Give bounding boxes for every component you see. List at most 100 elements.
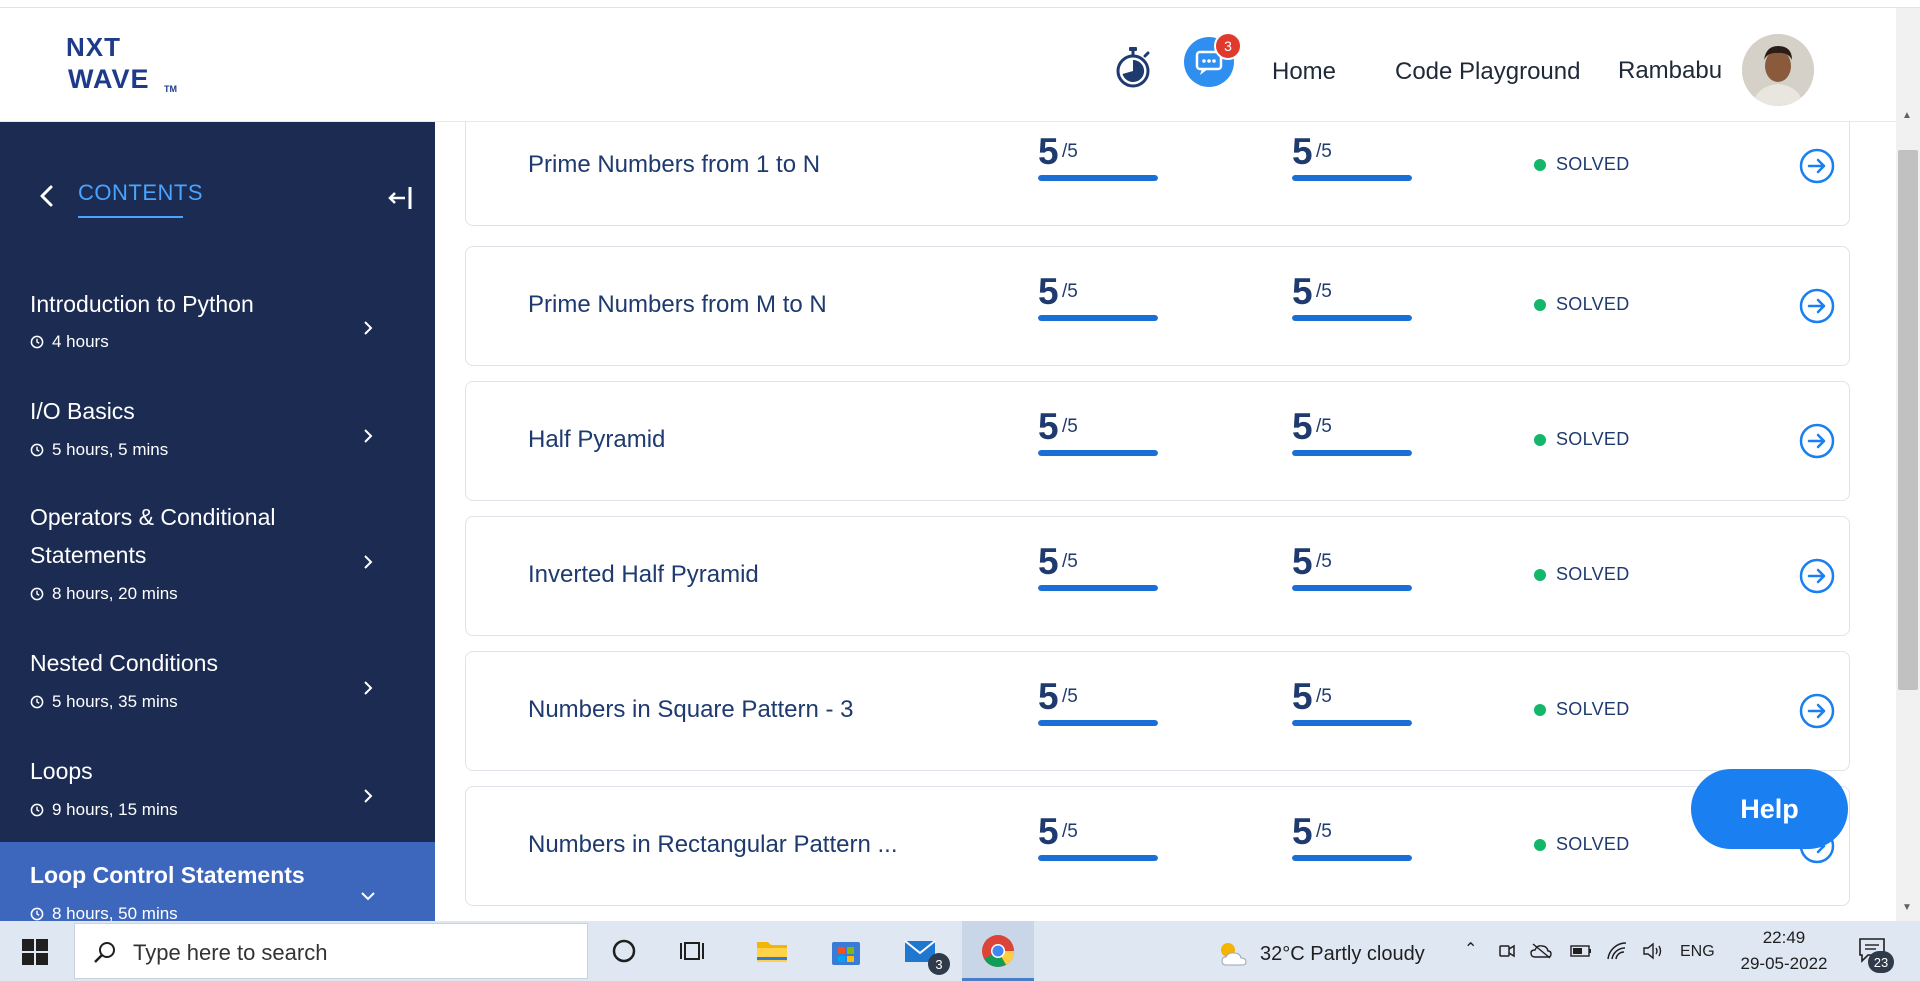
onedrive-icon[interactable] — [1530, 943, 1552, 959]
problem-row[interactable]: Inverted Half Pyramid 5 /5 5 /5 SOLVED — [465, 516, 1850, 636]
score-progress-bar — [1292, 720, 1412, 726]
problem-row[interactable]: Half Pyramid 5 /5 5 /5 SOLVED — [465, 381, 1850, 501]
help-button[interactable]: Help — [1691, 769, 1848, 849]
nxtwave-logo[interactable]: NXT WAVE TM — [66, 32, 186, 102]
score-value: 5 — [1038, 271, 1059, 312]
system-clock[interactable]: 22:49 29-05-2022 — [1736, 925, 1832, 977]
problem-title[interactable]: Numbers in Rectangular Pattern ... — [528, 831, 898, 859]
scrollbar-thumb[interactable] — [1898, 150, 1918, 690]
nav-home-link[interactable]: Home — [1272, 58, 1336, 86]
problem-row[interactable]: Prime Numbers from M to N 5 /5 5 /5 SOLV… — [465, 246, 1850, 366]
sidebar-module[interactable]: Nested Conditions 5 hours, 35 mins — [0, 642, 435, 748]
module-duration-text: 8 hours, 50 mins — [52, 904, 178, 921]
meet-now-icon[interactable] — [1498, 941, 1516, 961]
status-text: SOLVED — [1556, 834, 1630, 854]
score-value: 5 — [1038, 541, 1059, 582]
score-primary: 5 /5 — [1038, 271, 1158, 331]
module-title: Loop Control Statements — [30, 862, 305, 888]
volume-icon[interactable] — [1642, 941, 1664, 961]
taskbar-search-input[interactable]: Type here to search — [74, 923, 588, 979]
file-explorer-icon[interactable] — [754, 933, 790, 969]
user-avatar[interactable] — [1742, 34, 1814, 106]
score-progress-bar — [1038, 175, 1158, 181]
problem-title[interactable]: Inverted Half Pyramid — [528, 561, 759, 589]
score-value: 5 — [1292, 541, 1313, 582]
chevron-right-icon[interactable] — [360, 428, 376, 444]
status-text: SOLVED — [1556, 429, 1630, 449]
user-name[interactable]: Rambabu — [1618, 57, 1722, 85]
clock-icon — [30, 587, 44, 601]
status-badge: SOLVED — [1534, 699, 1630, 720]
microsoft-store-icon[interactable] — [828, 933, 864, 969]
sidebar-module[interactable]: Introduction to Python 4 hours — [0, 282, 435, 390]
chevron-right-icon[interactable] — [360, 554, 376, 570]
clock-time: 22:49 — [1762, 928, 1806, 947]
chevron-right-icon[interactable] — [360, 680, 376, 696]
status-badge: SOLVED — [1534, 834, 1630, 855]
arrow-right-circle-icon[interactable] — [1798, 287, 1836, 325]
score-primary: 5 /5 — [1038, 541, 1158, 601]
weather-widget[interactable]: 32°C Partly cloudy — [1216, 939, 1425, 969]
module-duration: 5 hours, 35 mins — [30, 692, 178, 712]
wifi-icon[interactable] — [1606, 941, 1628, 961]
arrow-right-circle-icon[interactable] — [1798, 692, 1836, 730]
chevron-down-icon[interactable] — [360, 888, 376, 904]
status-badge: SOLVED — [1534, 154, 1630, 175]
module-title: Loops — [30, 758, 93, 784]
score-progress-bar — [1292, 855, 1412, 861]
arrow-right-circle-icon[interactable] — [1798, 147, 1836, 185]
sidebar-module[interactable]: Operators & Conditional Statements 8 hou… — [0, 496, 435, 642]
scroll-up-arrow-icon[interactable]: ▲ — [1902, 110, 1912, 121]
chrome-taskbar-button-active[interactable] — [962, 921, 1034, 981]
collapse-sidebar-icon[interactable] — [386, 184, 414, 212]
chevron-left-icon[interactable] — [36, 184, 58, 208]
search-placeholder: Type here to search — [133, 940, 328, 965]
score-primary: 5 /5 — [1038, 406, 1158, 466]
problem-title[interactable]: Numbers in Square Pattern - 3 — [528, 696, 854, 724]
problem-title[interactable]: Prime Numbers from 1 to N — [528, 151, 820, 179]
logo-line1: NXT — [66, 32, 121, 62]
language-indicator[interactable]: ENG — [1680, 943, 1715, 961]
chevron-right-icon[interactable] — [360, 320, 376, 336]
status-text: SOLVED — [1556, 154, 1630, 174]
battery-icon[interactable] — [1570, 945, 1592, 957]
arrow-right-circle-icon[interactable] — [1798, 557, 1836, 595]
score-value: 5 — [1038, 811, 1059, 852]
score-max: /5 — [1316, 821, 1332, 842]
scroll-down-arrow-icon[interactable]: ▼ — [1902, 902, 1912, 913]
module-duration: 8 hours, 20 mins — [30, 584, 178, 604]
chevron-right-icon[interactable] — [360, 788, 376, 804]
module-title: Nested Conditions — [30, 650, 218, 676]
problem-row[interactable]: Numbers in Square Pattern - 3 5 /5 5 /5 … — [465, 651, 1850, 771]
contents-heading[interactable]: CONTENTS — [78, 180, 203, 206]
module-duration-text: 4 hours — [52, 332, 109, 351]
sidebar-module-active[interactable]: Loop Control Statements 8 hours, 50 mins — [0, 842, 435, 921]
chrome-icon — [982, 935, 1014, 967]
solved-dot-icon — [1534, 298, 1546, 311]
solved-dot-icon — [1534, 568, 1546, 581]
logo-line2: WAVE — [68, 64, 150, 94]
sidebar-module[interactable]: I/O Basics 5 hours, 5 mins — [0, 390, 435, 496]
problem-row[interactable]: Prime Numbers from 1 to N 5 /5 5 /5 SOLV… — [465, 122, 1850, 226]
arrow-right-circle-icon[interactable] — [1798, 422, 1836, 460]
score-secondary: 5 /5 — [1292, 406, 1412, 466]
problem-title[interactable]: Half Pyramid — [528, 426, 665, 454]
module-duration-text: 5 hours, 35 mins — [52, 692, 178, 711]
problem-row[interactable]: Numbers in Rectangular Pattern ... 5 /5 … — [465, 786, 1850, 906]
stopwatch-icon[interactable] — [1114, 46, 1152, 88]
windows-start-icon[interactable] — [22, 939, 48, 965]
score-progress-bar — [1038, 585, 1158, 591]
score-max: /5 — [1062, 281, 1078, 302]
problem-title[interactable]: Prime Numbers from M to N — [528, 291, 827, 319]
chevron-up-icon[interactable]: ⌃ — [1464, 939, 1477, 959]
nav-code-playground-link[interactable]: Code Playground — [1395, 58, 1580, 86]
score-secondary: 5 /5 — [1292, 271, 1412, 331]
score-max: /5 — [1316, 551, 1332, 572]
cortana-icon[interactable] — [606, 933, 642, 969]
score-max: /5 — [1062, 551, 1078, 572]
clock-icon — [30, 907, 44, 921]
score-primary: 5 /5 — [1038, 131, 1158, 191]
sidebar-module[interactable]: Loops 9 hours, 15 mins — [0, 748, 435, 854]
score-max: /5 — [1316, 686, 1332, 707]
task-view-icon[interactable] — [676, 933, 712, 969]
